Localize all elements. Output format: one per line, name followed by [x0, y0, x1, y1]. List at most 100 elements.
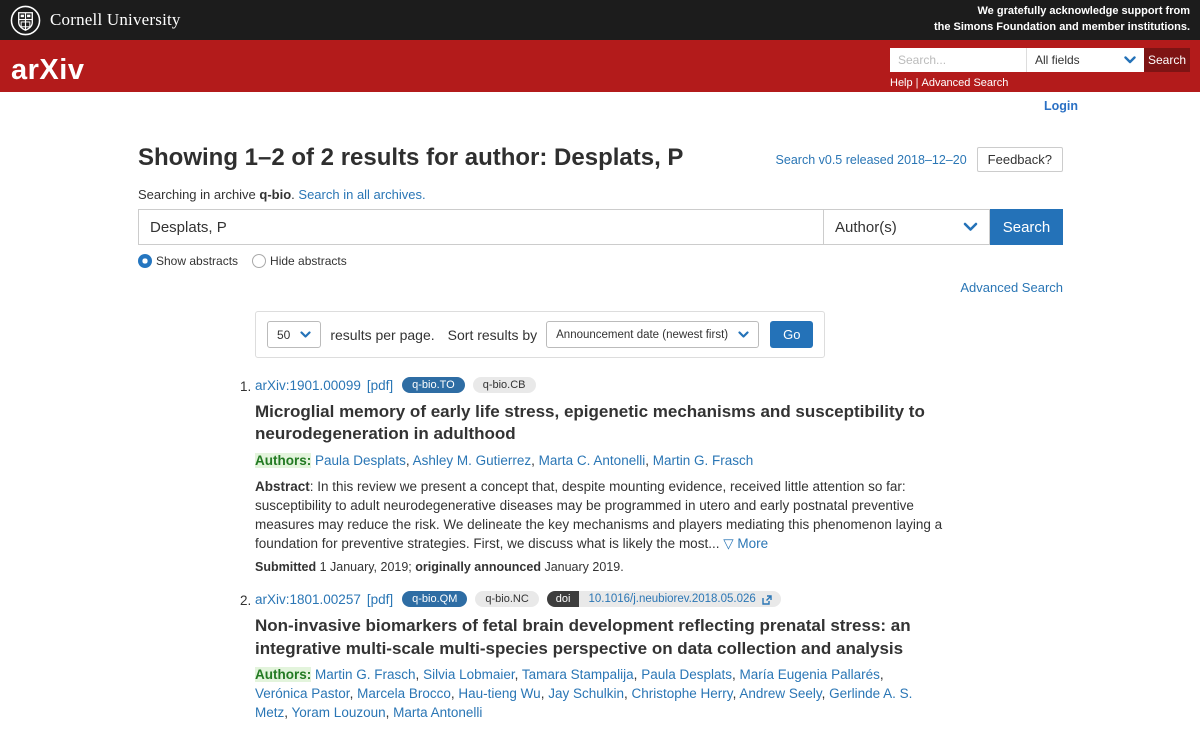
author-link[interactable]: Marta C. Antonelli: [539, 453, 646, 468]
link-divider: |: [916, 77, 919, 89]
banner-field-value: All fields: [1035, 53, 1080, 67]
field-select[interactable]: Author(s): [824, 209, 990, 245]
submitted-line: Submitted 1 January, 2019; originally an…: [255, 560, 947, 574]
author-link[interactable]: María Eugenia Pallarés: [740, 667, 880, 682]
result-title[interactable]: Non-invasive biomarkers of fetal brain d…: [255, 615, 947, 660]
banner-advanced-search-link[interactable]: Advanced Search: [921, 77, 1008, 89]
chevron-down-icon: [738, 331, 749, 338]
author-link[interactable]: Verónica Pastor: [255, 686, 350, 701]
radio-selected-icon: [138, 254, 152, 268]
author-link[interactable]: Tamara Stampalija: [522, 667, 634, 682]
cornell-logo[interactable]: Cornell University: [10, 5, 181, 36]
result-number: 1.: [240, 377, 255, 574]
results-controls: 50 results per page. Sort results by Ann…: [255, 311, 825, 358]
feedback-button[interactable]: Feedback?: [977, 147, 1063, 172]
author-link[interactable]: Paula Desplats: [315, 453, 406, 468]
banner-search-area: All fields Search Help|Advanced Search: [890, 48, 1190, 89]
arxiv-logo[interactable]: arXiv: [11, 54, 84, 87]
author-link[interactable]: Hau-tieng Wu: [458, 686, 540, 701]
author-link[interactable]: Paula Desplats: [641, 667, 732, 682]
chevron-down-icon: [300, 331, 311, 338]
result-number: 2.: [240, 591, 255, 723]
authors-list: Martin G. Frasch, Silvia Lobmaier, Tamar…: [255, 667, 912, 720]
sort-value: Announcement date (newest first): [556, 329, 728, 341]
arxiv-id-link[interactable]: arXiv:1801.00257: [255, 592, 361, 607]
author-link[interactable]: Christophe Herry: [632, 686, 733, 701]
banner-search-input[interactable]: [890, 48, 1026, 72]
pdf-link[interactable]: [pdf]: [367, 378, 393, 393]
advanced-search-link[interactable]: Advanced Search: [960, 280, 1063, 295]
banner-search-button[interactable]: Search: [1144, 48, 1190, 72]
author-link[interactable]: Yoram Louzoun: [292, 705, 386, 720]
per-page-value: 50: [277, 328, 290, 342]
archive-prefix: Searching in archive: [138, 187, 259, 202]
field-select-value: Author(s): [835, 219, 897, 236]
sort-select[interactable]: Announcement date (newest first): [546, 321, 759, 348]
author-link[interactable]: Marta Antonelli: [393, 705, 482, 720]
show-abstracts-radio[interactable]: Show abstracts: [138, 254, 238, 268]
support-line-1: We gratefully acknowledge support from: [934, 4, 1190, 20]
page-title: Showing 1–2 of 2 results for author: Des…: [138, 144, 683, 172]
submitted-date: 1 January, 2019;: [316, 560, 415, 574]
author-link[interactable]: Jay Schulkin: [548, 686, 624, 701]
cornell-name: Cornell University: [50, 10, 181, 30]
support-line-2: the Simons Foundation and member institu…: [934, 20, 1190, 36]
main-content: Showing 1–2 of 2 results for author: Des…: [138, 144, 1063, 723]
per-page-label: results per page.: [330, 327, 434, 343]
doi-link[interactable]: 10.1016/j.neubiorev.2018.05.026: [588, 593, 755, 605]
secondary-category-badge: q-bio.CB: [473, 377, 536, 393]
per-page-select[interactable]: 50: [267, 321, 321, 348]
primary-category-badge: q-bio.QM: [402, 591, 467, 607]
authors-label: Authors:: [255, 453, 311, 468]
authors-line: Authors: Martin G. Frasch, Silvia Lobmai…: [255, 666, 923, 723]
results-list: 1. arXiv:1901.00099 [pdf] q-bio.TO q-bio…: [240, 377, 1063, 723]
archive-line: Searching in archive q-bio. Search in al…: [138, 187, 1063, 202]
result-item: 1. arXiv:1901.00099 [pdf] q-bio.TO q-bio…: [240, 377, 1063, 574]
show-abstracts-label: Show abstracts: [156, 254, 238, 268]
all-archives-link[interactable]: Search in all archives.: [298, 187, 425, 202]
support-text: We gratefully acknowledge support from t…: [934, 4, 1190, 36]
doi-badge: doi 10.1016/j.neubiorev.2018.05.026: [547, 591, 781, 607]
banner-field-select[interactable]: All fields: [1026, 48, 1144, 72]
authors-line: Authors: Paula Desplats, Ashley M. Gutie…: [255, 452, 923, 471]
primary-category-badge: q-bio.TO: [402, 377, 465, 393]
query-input[interactable]: [138, 209, 824, 245]
author-link[interactable]: Silvia Lobmaier: [423, 667, 515, 682]
search-version-link[interactable]: Search v0.5 released 2018–12–20: [776, 153, 967, 167]
banner-links: Help|Advanced Search: [890, 77, 1190, 89]
chevron-down-icon: [1124, 56, 1136, 64]
authors-label: Authors:: [255, 667, 311, 682]
announced-date: January 2019.: [541, 560, 624, 574]
arxiv-banner: arXiv All fields Search Help|Advanced Se…: [0, 40, 1200, 92]
login-link[interactable]: Login: [1044, 99, 1078, 113]
abstract-label: Abstract: [255, 479, 310, 494]
abstract: Abstract: In this review we present a co…: [255, 477, 947, 554]
chevron-down-icon: [963, 222, 978, 232]
authors-list: Paula Desplats, Ashley M. Gutierrez, Mar…: [315, 453, 753, 468]
more-link[interactable]: ▽ More: [723, 536, 768, 551]
abstract-toggle: Show abstracts Hide abstracts: [138, 254, 1063, 268]
doi-label: doi: [547, 591, 580, 607]
author-link[interactable]: Martin G. Frasch: [315, 667, 416, 682]
search-button[interactable]: Search: [990, 209, 1063, 245]
secondary-category-badge: q-bio.NC: [475, 591, 538, 607]
author-link[interactable]: Martin G. Frasch: [653, 453, 754, 468]
arxiv-id-link[interactable]: arXiv:1901.00099: [255, 378, 361, 393]
cornell-shield-icon: [10, 5, 41, 36]
hide-abstracts-label: Hide abstracts: [270, 254, 347, 268]
hide-abstracts-radio[interactable]: Hide abstracts: [252, 254, 347, 268]
search-bar: Author(s) Search: [138, 209, 1063, 245]
author-link[interactable]: Marcela Brocco: [357, 686, 451, 701]
author-link[interactable]: Andrew Seely: [739, 686, 821, 701]
author-link[interactable]: Ashley M. Gutierrez: [413, 453, 532, 468]
archive-name: q-bio: [259, 187, 291, 202]
result-item: 2. arXiv:1801.00257 [pdf] q-bio.QM q-bio…: [240, 591, 1063, 723]
result-title[interactable]: Microglial memory of early life stress, …: [255, 401, 947, 446]
announced-label: originally announced: [415, 560, 541, 574]
top-bar: Cornell University We gratefully acknowl…: [0, 0, 1200, 40]
help-link[interactable]: Help: [890, 77, 913, 89]
abstract-text: : In this review we present a concept th…: [255, 479, 942, 551]
go-button[interactable]: Go: [770, 321, 813, 348]
pdf-link[interactable]: [pdf]: [367, 592, 393, 607]
submitted-label: Submitted: [255, 560, 316, 574]
